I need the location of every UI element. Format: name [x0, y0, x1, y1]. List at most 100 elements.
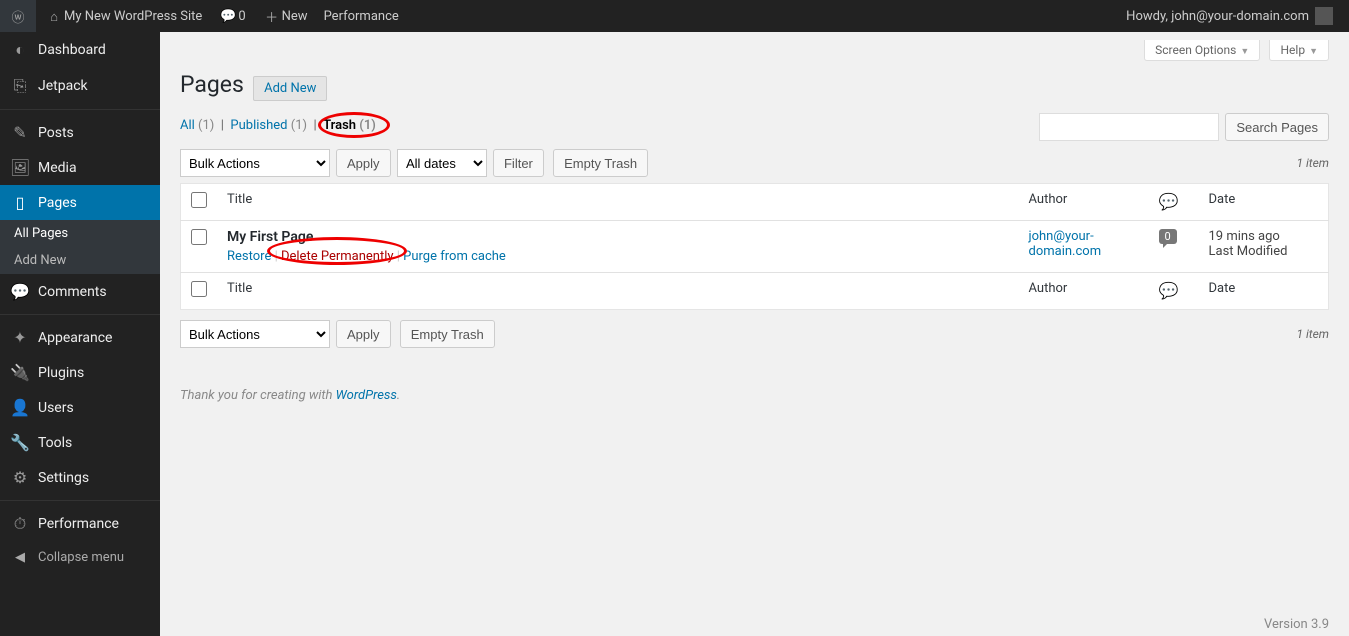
footer-thanks: Thank you for creating with WordPress.: [180, 388, 1329, 403]
purge-cache-link[interactable]: Purge from cache: [403, 249, 506, 264]
sidebar-item-media[interactable]: 🖼Media: [0, 150, 160, 185]
site-name-link[interactable]: ⌂My New WordPress Site: [36, 0, 210, 32]
tablenav-top: Bulk Actions Apply All dates Filter Empt…: [180, 149, 1329, 177]
select-all-bottom[interactable]: [191, 281, 207, 297]
sidebar-item-label: Dashboard: [38, 42, 106, 58]
users-icon: 👤: [10, 398, 30, 417]
filter-published[interactable]: Published (1): [230, 118, 307, 133]
bulk-actions-select-top[interactable]: Bulk Actions: [180, 149, 330, 177]
collapse-icon: ◀: [10, 550, 30, 565]
sidebar-item-label: Posts: [38, 125, 74, 141]
sidebar-item-users[interactable]: 👤 Users: [0, 390, 160, 425]
comments-link[interactable]: 💬0: [210, 0, 253, 32]
new-label: New: [282, 9, 308, 24]
jetpack-icon: ⎘: [10, 76, 30, 96]
col-comments-foot[interactable]: 💬: [1149, 273, 1199, 310]
sidebar-item-dashboard[interactable]: ◐ Dashboard: [0, 32, 160, 68]
home-icon: ⌂: [44, 9, 64, 24]
col-title[interactable]: Title: [217, 184, 1019, 221]
sidebar-item-label: Plugins: [38, 365, 84, 381]
wordpress-link[interactable]: WordPress: [336, 388, 397, 403]
col-author-foot[interactable]: Author: [1019, 273, 1149, 310]
posts-icon: ✎: [10, 123, 30, 142]
help-button[interactable]: Help▼: [1269, 40, 1329, 61]
account-link[interactable]: Howdy, john@your-domain.com: [1118, 0, 1341, 32]
wordpress-icon: ⓦ: [8, 7, 28, 26]
sidebar-item-performance[interactable]: ⏱ Performance: [0, 506, 160, 542]
wp-logo[interactable]: ⓦ: [0, 0, 36, 32]
empty-trash-button-bottom[interactable]: Empty Trash: [400, 320, 495, 348]
row-checkbox[interactable]: [191, 229, 207, 245]
collapse-menu[interactable]: ◀ Collapse menu: [0, 542, 160, 573]
sidebar-item-label: Comments: [38, 284, 107, 300]
add-new-button[interactable]: Add New: [253, 76, 327, 101]
sidebar-item-label: Pages: [38, 195, 77, 211]
date-relative: 19 mins ago: [1209, 229, 1280, 244]
col-author[interactable]: Author: [1019, 184, 1149, 221]
row-title: My First Page: [227, 229, 313, 245]
sidebar-item-jetpack[interactable]: ⎘ Jetpack: [0, 68, 160, 104]
restore-link[interactable]: Restore: [227, 249, 271, 264]
bulk-actions-select-bottom[interactable]: Bulk Actions: [180, 320, 330, 348]
screen-options-button[interactable]: Screen Options▼: [1144, 40, 1260, 61]
plus-icon: ＋: [262, 7, 282, 26]
filter-button[interactable]: Filter: [493, 149, 544, 177]
admin-bar: ⓦ ⌂My New WordPress Site 💬0 ＋New Perform…: [0, 0, 1349, 32]
sidebar-item-settings[interactable]: ⚙ Settings: [0, 460, 160, 495]
col-date-foot[interactable]: Date: [1199, 273, 1329, 310]
filter-trash[interactable]: Trash (1): [323, 118, 376, 133]
sidebar-item-label: Jetpack: [38, 78, 88, 94]
sidebar-item-appearance[interactable]: ✦Appearance: [0, 320, 160, 355]
sidebar-item-label: Performance: [38, 516, 119, 532]
row-actions: Restore | Delete Permanently | Purge fro…: [227, 249, 1009, 264]
comment-count-bubble: 0: [1159, 229, 1177, 244]
site-name: My New WordPress Site: [64, 9, 202, 24]
collapse-label: Collapse menu: [38, 550, 124, 565]
performance-icon: ⏱: [10, 514, 30, 534]
author-link[interactable]: john@your-domain.com: [1029, 229, 1102, 259]
sidebar-item-pages[interactable]: ▯ Pages: [0, 185, 160, 220]
chevron-down-icon: ▼: [1309, 47, 1318, 57]
select-all-top[interactable]: [191, 192, 207, 208]
sidebar-item-label: Tools: [38, 435, 72, 451]
performance-label: Performance: [324, 9, 399, 24]
items-count-top: 1 item: [1296, 156, 1329, 170]
col-title-foot[interactable]: Title: [217, 273, 1019, 310]
sidebar-item-tools[interactable]: 🔧Tools: [0, 425, 160, 460]
screen-meta: Screen Options▼ Help▼: [180, 32, 1329, 61]
delete-permanently-link[interactable]: Delete Permanently: [281, 249, 394, 264]
date-status: Last Modified: [1209, 244, 1288, 259]
comments-count: 0: [238, 9, 245, 24]
tablenav-bottom: Bulk Actions Apply Empty Trash 1 item: [180, 320, 1329, 348]
empty-trash-button-top[interactable]: Empty Trash: [553, 149, 648, 177]
dashboard-icon: ◐: [10, 40, 30, 60]
performance-link[interactable]: Performance: [316, 0, 407, 32]
date-filter-select[interactable]: All dates: [397, 149, 487, 177]
chevron-down-icon: ▼: [1240, 47, 1249, 57]
sidebar-item-comments[interactable]: 💬Comments: [0, 274, 160, 309]
apply-button-top[interactable]: Apply: [336, 149, 391, 177]
admin-sidebar: ◐ Dashboard ⎘ Jetpack ✎ Posts 🖼Media ▯ Pages All …: [0, 32, 160, 636]
col-comments[interactable]: 💬: [1149, 184, 1199, 221]
sidebar-item-plugins[interactable]: 🔌 Plugins: [0, 355, 160, 390]
settings-icon: ⚙: [10, 468, 30, 487]
comment-icon: 💬: [1159, 281, 1179, 300]
submenu-item[interactable]: All Pages: [0, 220, 160, 247]
new-content-link[interactable]: ＋New: [254, 0, 316, 32]
version-text: Version 3.9: [1264, 617, 1329, 632]
comment-icon: 💬: [218, 8, 238, 24]
comment-icon: 💬: [1159, 192, 1179, 211]
sidebar-item-posts[interactable]: ✎ Posts: [0, 115, 160, 150]
content-area: Screen Options▼ Help▼ Pages Add New All …: [160, 32, 1349, 636]
apply-button-bottom[interactable]: Apply: [336, 320, 391, 348]
sidebar-item-label: Appearance: [38, 330, 112, 346]
table-row: My First Page Restore | Delete Permanent…: [181, 221, 1329, 273]
col-date[interactable]: Date: [1199, 184, 1329, 221]
filter-all[interactable]: All (1): [180, 118, 214, 133]
howdy-text: Howdy, john@your-domain.com: [1126, 9, 1309, 24]
sidebar-item-label: Users: [38, 400, 74, 416]
submenu-item[interactable]: Add New: [0, 247, 160, 274]
sidebar-item-label: Settings: [38, 470, 89, 486]
plugins-icon: 🔌: [10, 363, 30, 382]
pages-icon: ▯: [10, 193, 30, 212]
